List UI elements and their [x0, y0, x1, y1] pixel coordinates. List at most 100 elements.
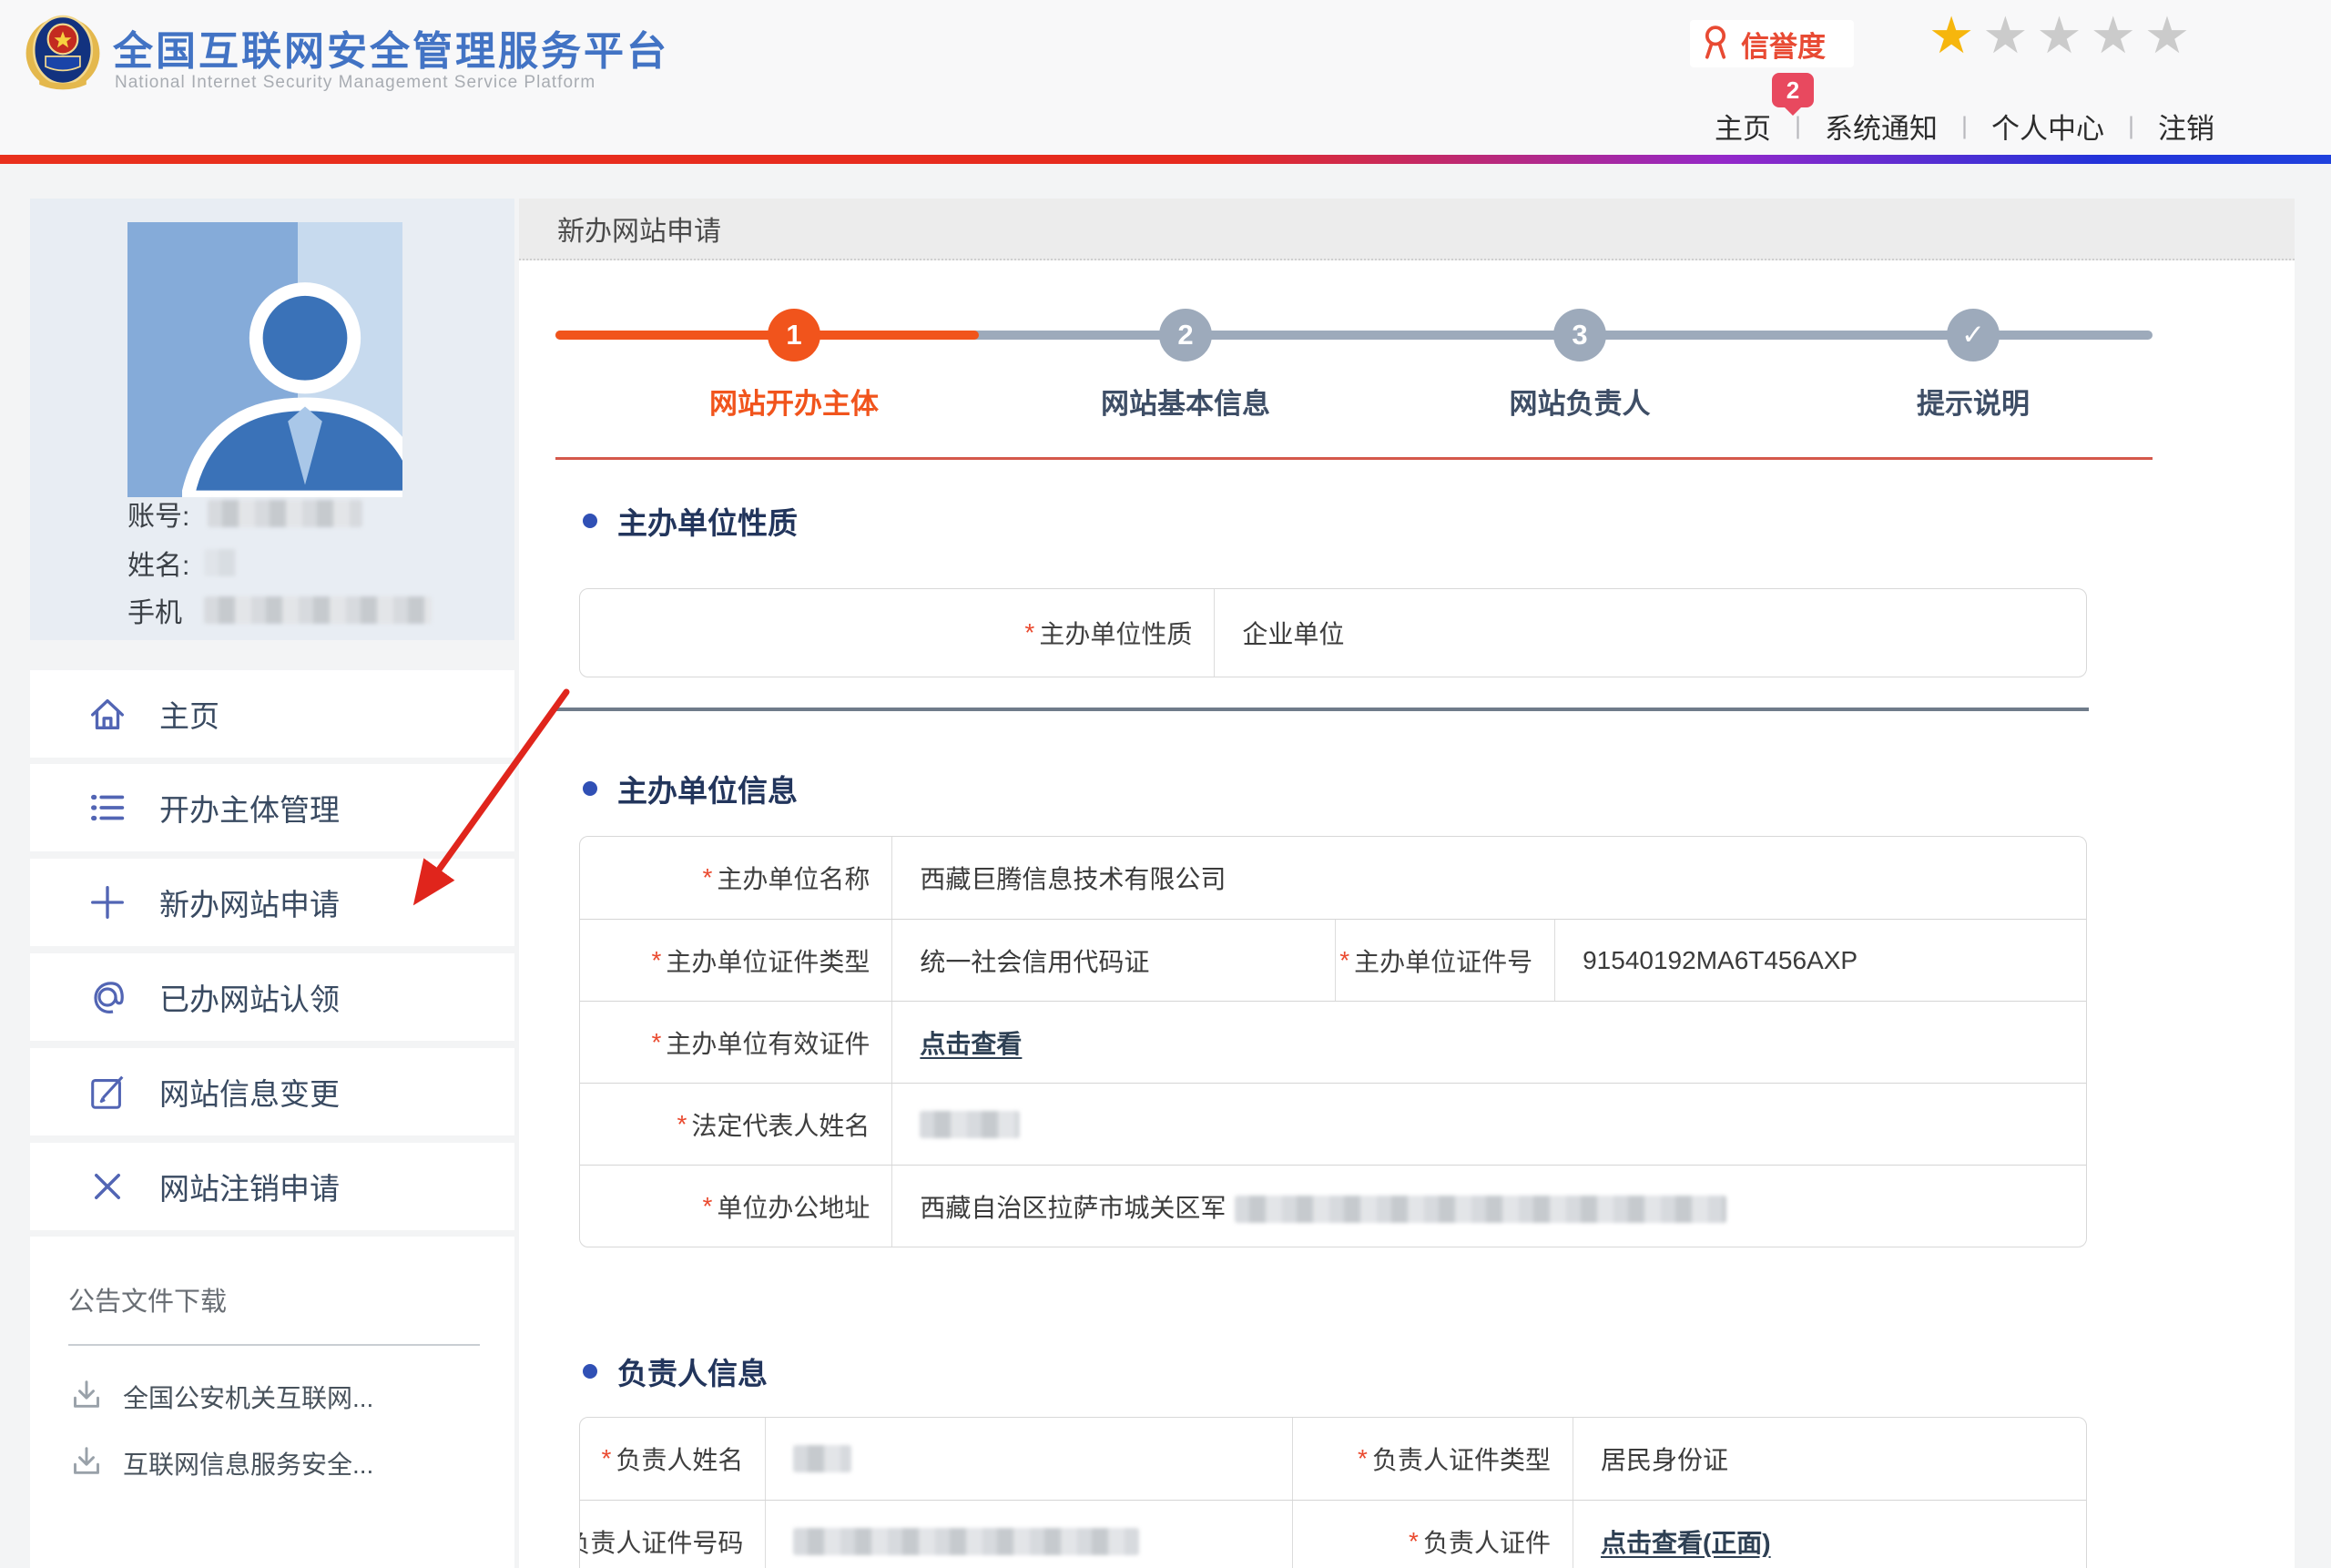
close-icon: [85, 1164, 130, 1209]
sidebar-item-label: 已办网站认领: [159, 975, 340, 1019]
field-label: *法定代表人姓名: [580, 1084, 891, 1165]
download-label: 互联网信息服务安全...: [123, 1445, 373, 1481]
field-label: *主办单位名称: [580, 837, 891, 919]
sidebar-item-label: 主页: [159, 692, 219, 736]
phone-value-redacted: [204, 596, 432, 624]
field-value: 91540192MA6T456AXP: [1583, 946, 1858, 975]
account-value-redacted: [208, 500, 362, 527]
at-icon: [85, 974, 130, 1020]
avatar: [127, 222, 402, 497]
step-label-1: 网站开办主体: [648, 381, 940, 422]
field-label: *主办单位性质: [580, 589, 1214, 677]
table-row: *单位办公地址西藏自治区拉萨市城关区军: [580, 1165, 2086, 1247]
nav-separator: |: [1961, 112, 1968, 140]
medal-icon: [1697, 22, 1734, 66]
sidebar-item-label: 网站注销申请: [159, 1165, 340, 1208]
field-label: *负责人证件类型: [1292, 1418, 1573, 1500]
bullet-icon: [583, 781, 597, 796]
field-label: *负责人证件号码: [580, 1501, 765, 1568]
section-heading-nature: 主办单位性质: [583, 499, 798, 543]
reputation-box: 信誉度: [1690, 20, 1854, 67]
field-value: 西藏巨腾信息技术有限公司: [920, 860, 1226, 896]
table-row: *法定代表人姓名: [580, 1083, 2086, 1165]
platform-subtitle: National Internet Security Management Se…: [115, 73, 595, 93]
header-gradient-bar: [0, 155, 2331, 164]
redacted-value: [920, 1111, 1020, 1138]
download-item[interactable]: 全国公安机关互联网...: [68, 1373, 373, 1420]
platform-title: 全国互联网安全管理服务平台: [113, 18, 669, 76]
account-row: 账号:: [127, 495, 362, 532]
field-label: *主办单位有效证件: [580, 1002, 891, 1083]
account-label: 账号:: [127, 494, 189, 534]
table-row: *主办单位有效证件点击查看: [580, 1001, 2086, 1083]
table-row: *负责人证件号码*负责人证件点击查看(正面): [580, 1500, 2086, 1568]
edit-icon: [85, 1069, 130, 1115]
sidebar-item-new-website-application[interactable]: 新办网站申请: [30, 859, 514, 946]
step-label-2: 网站基本信息: [1040, 381, 1331, 422]
field-value: 统一社会信用代码证: [920, 942, 1149, 979]
section-heading-organizer: 主办单位信息: [583, 767, 798, 810]
value-cell: 企业单位: [1214, 589, 2086, 677]
sidebar-item-label: 开办主体管理: [159, 786, 340, 830]
downloads-divider: [68, 1344, 480, 1346]
step-circle-4: ✓: [1947, 309, 2000, 361]
page-title: 新办网站申请: [557, 209, 721, 249]
sidebar-item-website-cancellation[interactable]: 网站注销申请: [30, 1143, 514, 1230]
organizer-table: *主办单位名称西藏巨腾信息技术有限公司*主办单位证件类型统一社会信用代码证*主办…: [579, 836, 2087, 1247]
section-divider: [555, 708, 2089, 711]
nav-personal-center[interactable]: 个人中心: [1991, 106, 2104, 147]
view-link[interactable]: 点击查看(正面): [1601, 1523, 1771, 1560]
sidebar-item-home[interactable]: 主页: [30, 670, 514, 758]
star-icon: ★: [2144, 6, 2198, 64]
page-title-bar: 新办网站申请: [519, 199, 2295, 260]
phone-row: 手机: [127, 592, 432, 628]
redacted-value: [793, 1445, 851, 1472]
sidebar-item-label: 网站信息变更: [159, 1070, 340, 1114]
table-row: *主办单位性质企业单位: [580, 589, 2086, 677]
sidebar-item-label: 新办网站申请: [159, 881, 340, 924]
step-circle-2: 2: [1159, 309, 1212, 361]
sidebar: 账号: 姓名: 手机 主页开办主体管理新办网站申请已办网站认领网站信息变更网站注…: [30, 199, 514, 1568]
download-item[interactable]: 互联网信息服务安全...: [68, 1440, 373, 1487]
star-icon: ★: [1929, 6, 1982, 64]
step-label-4: 提示说明: [1827, 381, 2119, 422]
name-row: 姓名:: [127, 545, 237, 581]
nav-logout[interactable]: 注销: [2158, 106, 2214, 147]
plus-icon: [85, 880, 130, 925]
table-row: *主办单位名称西藏巨腾信息技术有限公司: [580, 837, 2086, 919]
value-cell: [765, 1418, 1292, 1500]
bullet-icon: [583, 514, 597, 528]
star-icon: ★: [1982, 6, 2036, 64]
list-icon: [85, 785, 130, 830]
value-cell: [765, 1501, 1292, 1568]
field-label: *负责人姓名: [580, 1418, 765, 1500]
value-cell: [891, 1084, 2086, 1165]
sidebar-item-website-info-change[interactable]: 网站信息变更: [30, 1048, 514, 1135]
stepper-underline: [555, 457, 2153, 460]
notification-badge[interactable]: 2: [1772, 73, 1814, 107]
nature-table: *主办单位性质企业单位: [579, 588, 2087, 677]
value-cell: 统一社会信用代码证: [891, 920, 1334, 1001]
table-row: *主办单位证件类型统一社会信用代码证*主办单位证件号91540192MA6T45…: [580, 919, 2086, 1001]
step-circle-3: 3: [1553, 309, 1606, 361]
star-icon: ★: [2036, 6, 2090, 64]
page: 全国互联网安全管理服务平台 National Internet Security…: [0, 0, 2331, 1568]
person-table: *负责人姓名*负责人证件类型居民身份证*负责人证件号码*负责人证件点击查看(正面…: [579, 1417, 2087, 1568]
value-cell: 91540192MA6T456AXP: [1554, 920, 2086, 1001]
field-label: *单位办公地址: [580, 1166, 891, 1247]
field-value: 西藏自治区拉萨市城关区军: [920, 1188, 1726, 1225]
sidebar-item-claim-website[interactable]: 已办网站认领: [30, 953, 514, 1041]
view-link[interactable]: 点击查看: [920, 1024, 1022, 1061]
value-cell: 点击查看(正面): [1573, 1501, 2086, 1568]
nav-home[interactable]: 主页: [1715, 106, 1771, 147]
nav-system-notices[interactable]: 系统通知: [1825, 106, 1938, 147]
download-label: 全国公安机关互联网...: [123, 1379, 373, 1415]
downloads-title: 公告文件下载: [68, 1280, 227, 1319]
sidebar-item-subject-management[interactable]: 开办主体管理: [30, 764, 514, 851]
name-value-redacted: [204, 549, 237, 576]
redacted-value: [1235, 1196, 1726, 1223]
home-icon: [85, 691, 130, 737]
top-header: 全国互联网安全管理服务平台 National Internet Security…: [0, 0, 2331, 155]
nav-separator: |: [1795, 112, 1801, 140]
reputation-stars: ★★★★★: [1929, 5, 2198, 66]
